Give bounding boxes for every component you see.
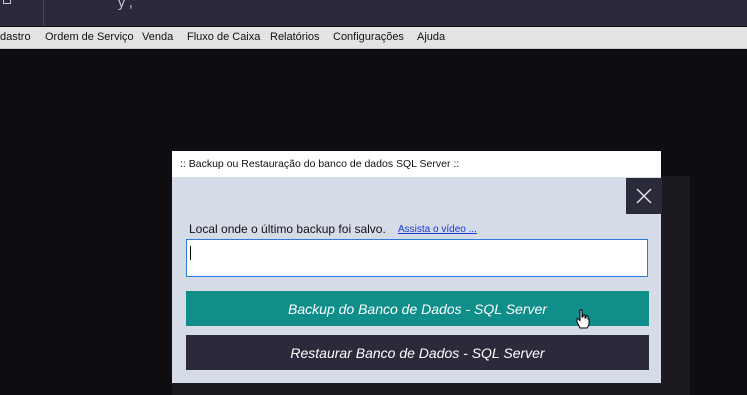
backup-location-label: Local onde o último backup foi salvo. [189, 222, 386, 236]
app-icon[interactable] [0, 0, 44, 26]
dialog-title: :: Backup ou Restauração do banco de dad… [180, 158, 460, 170]
close-button[interactable] [626, 178, 662, 214]
menu-item-relatorios[interactable]: Relatórios [270, 31, 320, 43]
backup-dialog: :: Backup ou Restauração do banco de dad… [172, 151, 662, 383]
watch-video-link[interactable]: Assista o vídeo ... [398, 224, 477, 235]
background-panel-bottom [172, 383, 690, 395]
close-icon [636, 188, 652, 204]
restore-database-button[interactable]: Restaurar Banco de Dados - SQL Server [186, 335, 649, 370]
hand-cursor-icon [576, 309, 590, 329]
menu-item-ordem-de-servico[interactable]: Ordem de Serviço [45, 31, 134, 43]
menu-item-fluxo-de-caixa[interactable]: Fluxo de Caixa [187, 31, 260, 43]
menu-item-venda[interactable]: Venda [142, 31, 173, 43]
menu-item-cadastro[interactable]: dastro [0, 31, 31, 43]
app-glyph-icon [3, 0, 11, 4]
menu-item-configuracoes[interactable]: Configurações [333, 31, 404, 43]
menu-item-ajuda[interactable]: Ajuda [417, 31, 445, 43]
app-titlebar: y , [0, 0, 747, 26]
text-caret [190, 246, 191, 260]
app-title: y , [118, 0, 133, 10]
backup-path-input[interactable] [186, 239, 648, 277]
dialog-titlebar: :: Backup ou Restauração do banco de dad… [172, 151, 661, 177]
menu-bar: dastro Ordem de Serviço Venda Fluxo de C… [0, 27, 747, 49]
